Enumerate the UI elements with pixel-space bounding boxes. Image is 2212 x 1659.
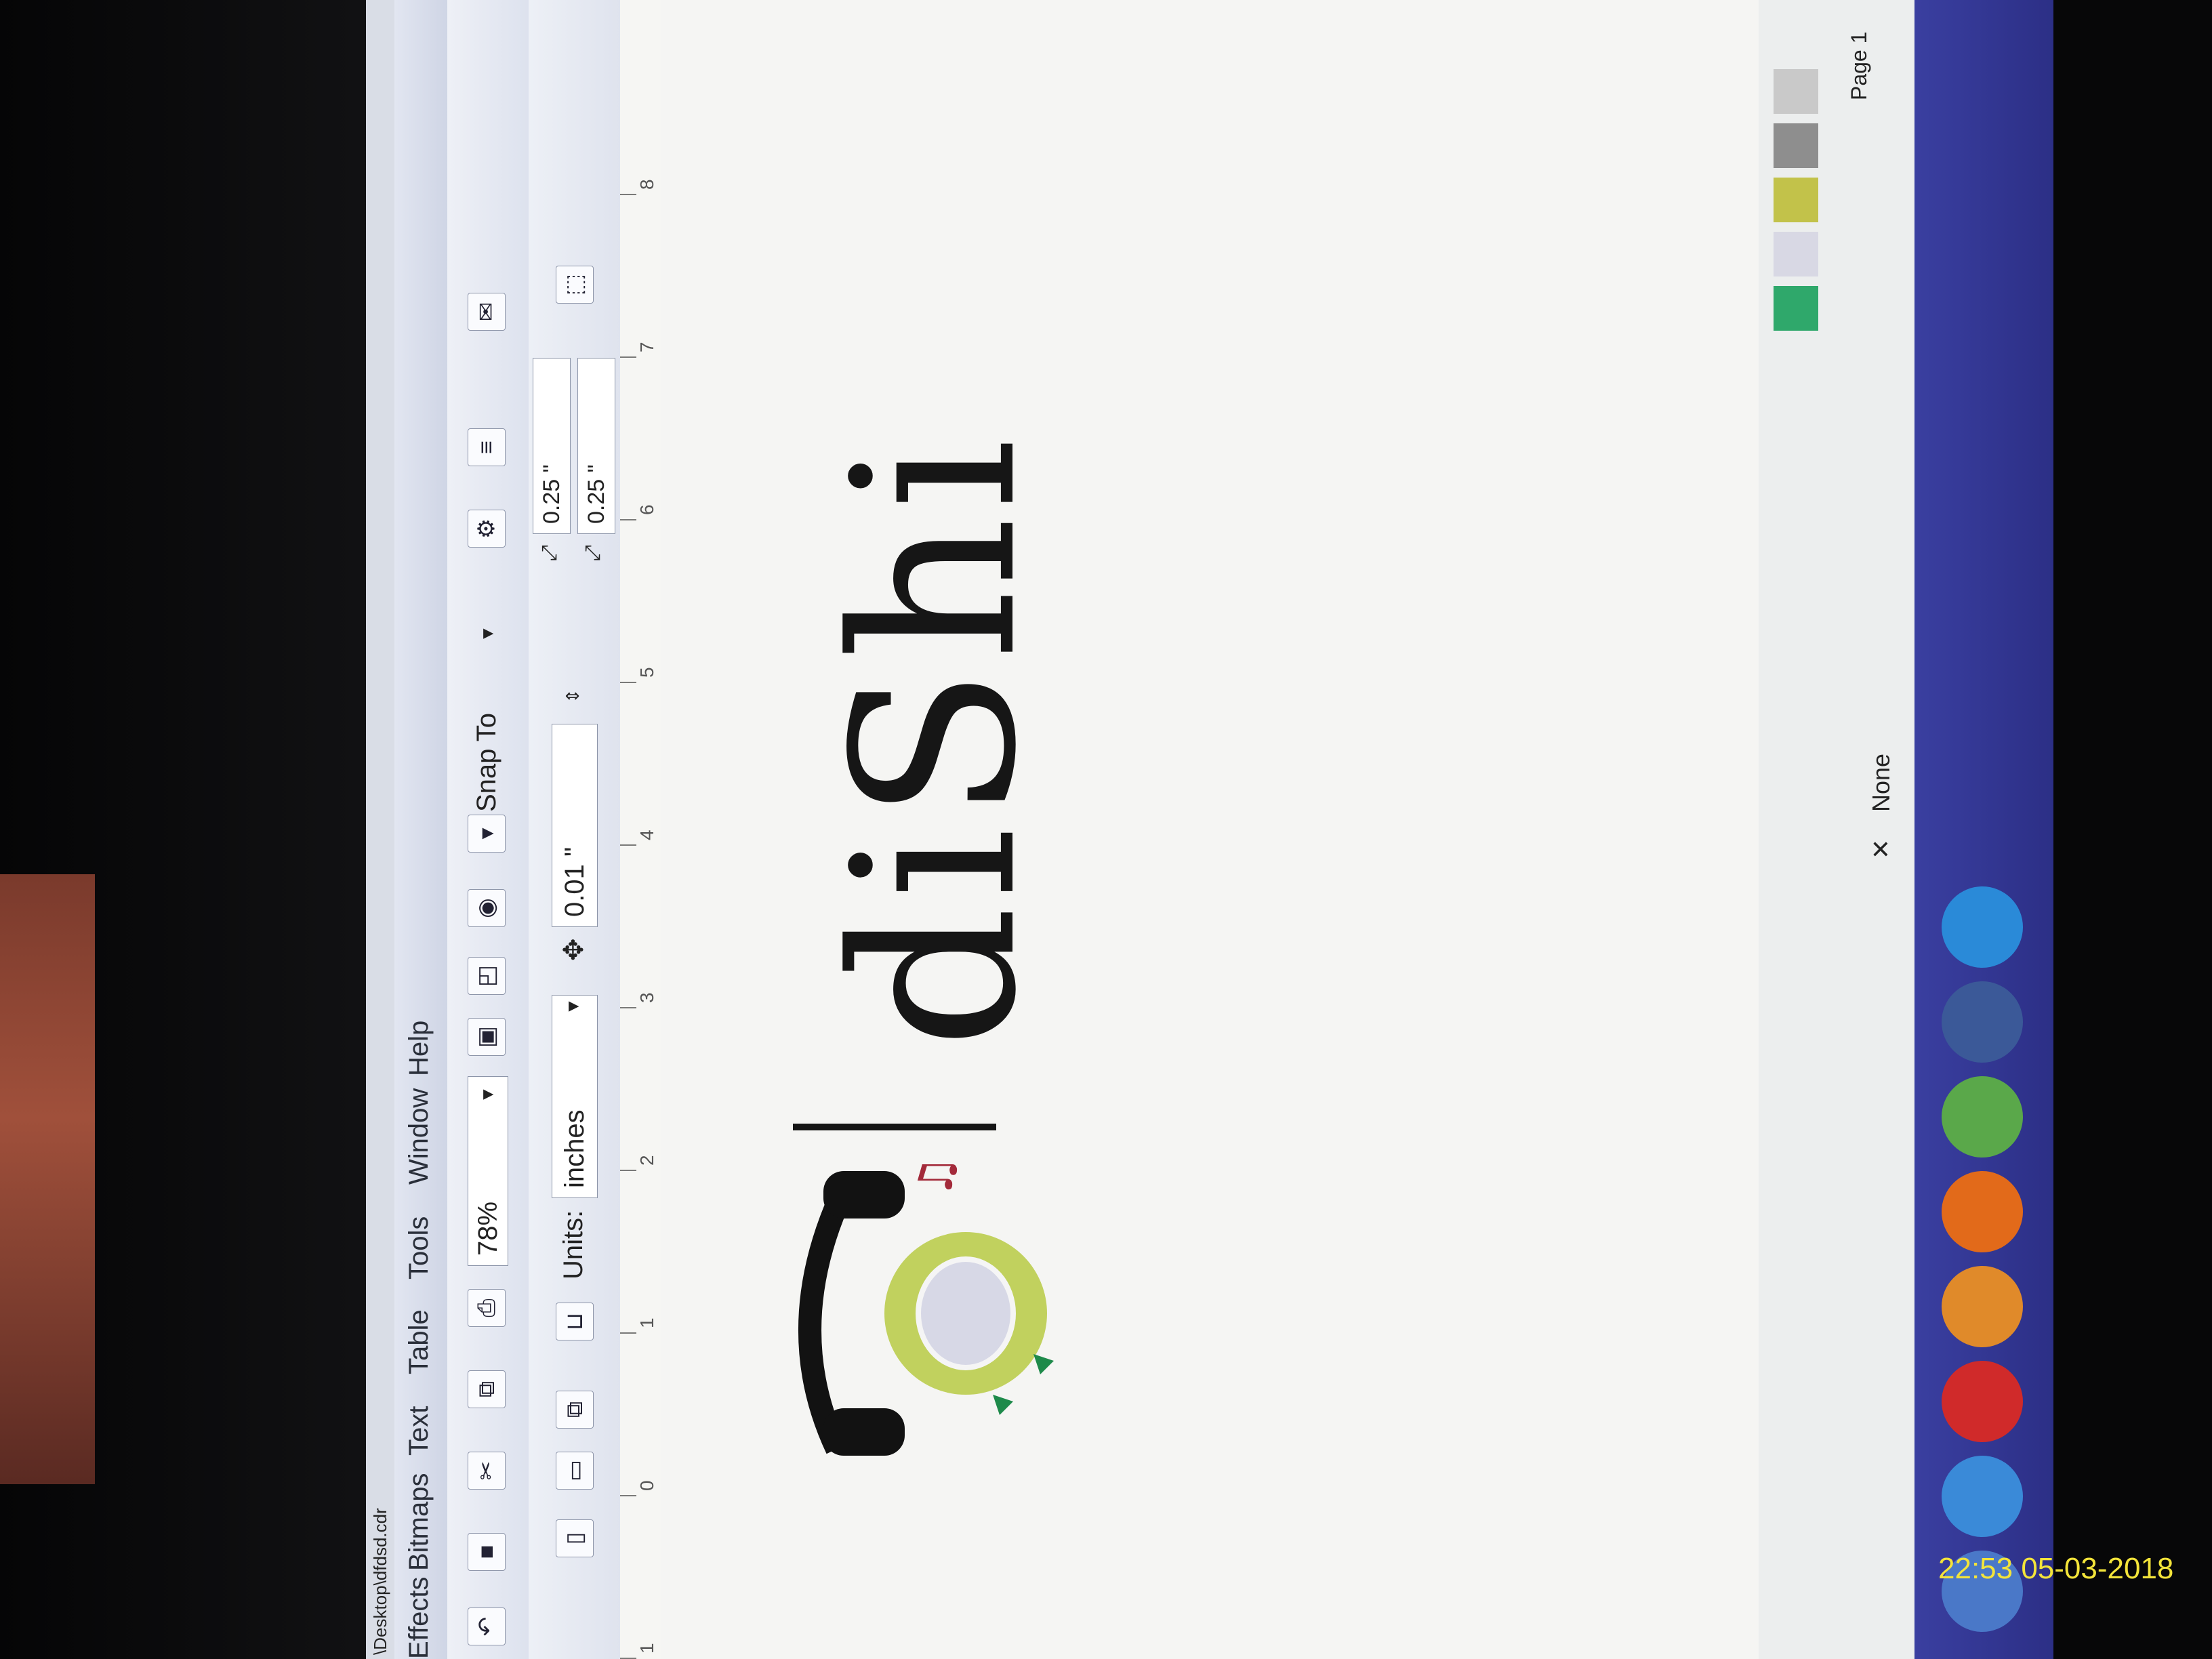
ruler-label: 4 [636, 830, 657, 840]
ruler-label: 6 [636, 504, 657, 515]
duplicate-y-icon: ⤢ [581, 545, 604, 561]
facebook-icon[interactable] [1942, 981, 2023, 1063]
nudge-stepper[interactable]: ⇕ [562, 682, 584, 703]
copy-icon[interactable]: ⧉ [468, 1370, 506, 1408]
duplicate-x-icon: ⤢ [538, 545, 560, 561]
ruler-tick [620, 194, 636, 195]
android-icon[interactable] [1942, 1076, 2023, 1158]
ruler-label: 2 [636, 1155, 657, 1166]
color-swatch[interactable] [1774, 69, 1818, 114]
logo-inner-disc [916, 1256, 1016, 1370]
logo-left-earcup [823, 1408, 905, 1456]
opera-icon[interactable] [1942, 1361, 2023, 1442]
ruler-label: 8 [636, 179, 657, 190]
drawing-canvas[interactable]: ♫ diShi [661, 0, 1759, 1659]
logo-green-leaf [1033, 1354, 1054, 1374]
menu-effects[interactable]: Effects [404, 1576, 434, 1659]
current-page-icon[interactable]: ⊔ [556, 1303, 594, 1340]
monitor-bezel [2053, 0, 2212, 1659]
align-icon[interactable]: ≡ [468, 428, 506, 466]
full-screen-icon[interactable]: ▾ [468, 815, 506, 853]
logo-divider [793, 1124, 996, 1130]
ruler-tick [620, 356, 636, 358]
color-swatch[interactable] [1774, 123, 1818, 168]
menu-help[interactable]: Help [404, 1021, 434, 1076]
ruler-tick [620, 1332, 636, 1334]
ruler-label: 3 [636, 992, 657, 1003]
welcome-screen-icon[interactable]: ◰ [468, 957, 506, 995]
menu-bitmaps[interactable]: Bitmaps [404, 1473, 434, 1572]
color-swatch[interactable] [1774, 232, 1818, 276]
units-label: Units: [558, 1210, 588, 1279]
zoom-level-select[interactable]: 78% [468, 1076, 508, 1266]
snap-dropdown-icon[interactable]: ▼ [477, 621, 499, 642]
logo-graphic[interactable]: ♫ [796, 1130, 1081, 1469]
ruler-tick [620, 682, 636, 683]
color-swatch[interactable] [1774, 286, 1818, 331]
units-select[interactable]: inches [552, 995, 598, 1198]
firefox-icon[interactable] [1942, 1171, 2023, 1252]
fill-none-icon: ✕ [1867, 838, 1895, 859]
tools-icon[interactable] [1942, 1456, 2023, 1537]
color-swatch[interactable] [1774, 178, 1818, 222]
photo-timestamp: 22:53 05-03-2018 [1938, 1552, 2174, 1585]
logo-green-leaf [993, 1395, 1013, 1415]
duplicate-distance-x[interactable]: 0.25 " [533, 358, 571, 534]
save-icon[interactable]: ■ [468, 1533, 506, 1571]
standard-toolbar: ↶ ■ ✂ ⧉ ⎙ 78% ▼ ▣ ◰ ◉ ▾ Snap To ▼ ⚙ ≡ ✉ [447, 0, 529, 1659]
page-border-icon[interactable]: ⬚ [556, 266, 594, 304]
ruler-tick [620, 519, 636, 520]
ruler-label: 0 [636, 1480, 657, 1491]
ruler-tick [620, 1170, 636, 1171]
monitor-screen: \Desktop\dfdsd.cdr Effects Bitmaps Text … [366, 0, 2053, 1659]
snap-to-label[interactable]: Snap To [472, 713, 502, 812]
all-pages-icon[interactable]: ⧉ [556, 1391, 594, 1429]
windows-taskbar [1914, 0, 2053, 1659]
mail-icon[interactable]: ✉ [468, 293, 506, 331]
cut-icon[interactable]: ✂ [468, 1452, 506, 1490]
print-icon[interactable]: ⎙ [468, 1289, 506, 1327]
app-launcher-icon[interactable]: ▣ [468, 1018, 506, 1056]
corel-connect-icon[interactable]: ◉ [468, 889, 506, 927]
ruler-tick [620, 844, 636, 846]
corel-draw-window: \Desktop\dfdsd.cdr Effects Bitmaps Text … [366, 0, 2053, 1659]
menu-text[interactable]: Text [404, 1406, 434, 1456]
nudge-icon: ✥ [559, 938, 589, 961]
ruler-label: 1 [636, 1317, 657, 1328]
zoom-dropdown-icon[interactable]: ▼ [477, 1082, 499, 1103]
ruler-label: 7 [636, 342, 657, 352]
logo-treble-clef: ♫ [908, 1155, 964, 1198]
brand-wordmark[interactable]: diShi [805, 432, 1065, 1049]
duplicate-distance-y[interactable]: 0.25 " [577, 358, 615, 534]
units-dropdown-icon[interactable]: ▼ [562, 994, 584, 1015]
corel-icon[interactable] [1942, 1266, 2023, 1347]
landscape-icon[interactable]: ▭ [556, 1452, 594, 1490]
horizontal-ruler[interactable]: 1 0 1 2 3 4 5 6 7 8 [620, 0, 661, 1659]
window-title: \Desktop\dfdsd.cdr [366, 0, 394, 1659]
options-icon[interactable]: ⚙ [468, 510, 506, 548]
logo-right-earcup [823, 1171, 905, 1218]
background-wall [0, 874, 95, 1484]
nudge-distance-input[interactable]: 0.01 " [552, 724, 598, 927]
menu-tools[interactable]: Tools [404, 1216, 434, 1279]
ruler-label: 5 [636, 667, 657, 678]
ruler-tick [620, 1007, 636, 1008]
menu-table[interactable]: Table [404, 1309, 434, 1374]
ruler-tick [620, 1495, 636, 1496]
undo-icon[interactable]: ↶ [468, 1607, 506, 1645]
ruler-label: 1 [636, 1643, 657, 1654]
menu-bar: Effects Bitmaps Text Table Tools Window … [394, 0, 448, 1659]
portrait-icon[interactable]: ▯ [556, 1519, 594, 1557]
internet-explorer-icon[interactable] [1942, 886, 2023, 968]
status-bar: Page 1 ✕ None [1759, 0, 1914, 1659]
page-tab[interactable]: Page 1 [1847, 32, 1872, 100]
menu-window[interactable]: Window [404, 1088, 434, 1185]
fill-status-label: None [1867, 753, 1895, 812]
property-bar: ▯ ▭ ⧉ ⊔ Units: inches ▼ ✥ 0.01 " ⇕ ⤢ 0.2… [529, 0, 621, 1659]
